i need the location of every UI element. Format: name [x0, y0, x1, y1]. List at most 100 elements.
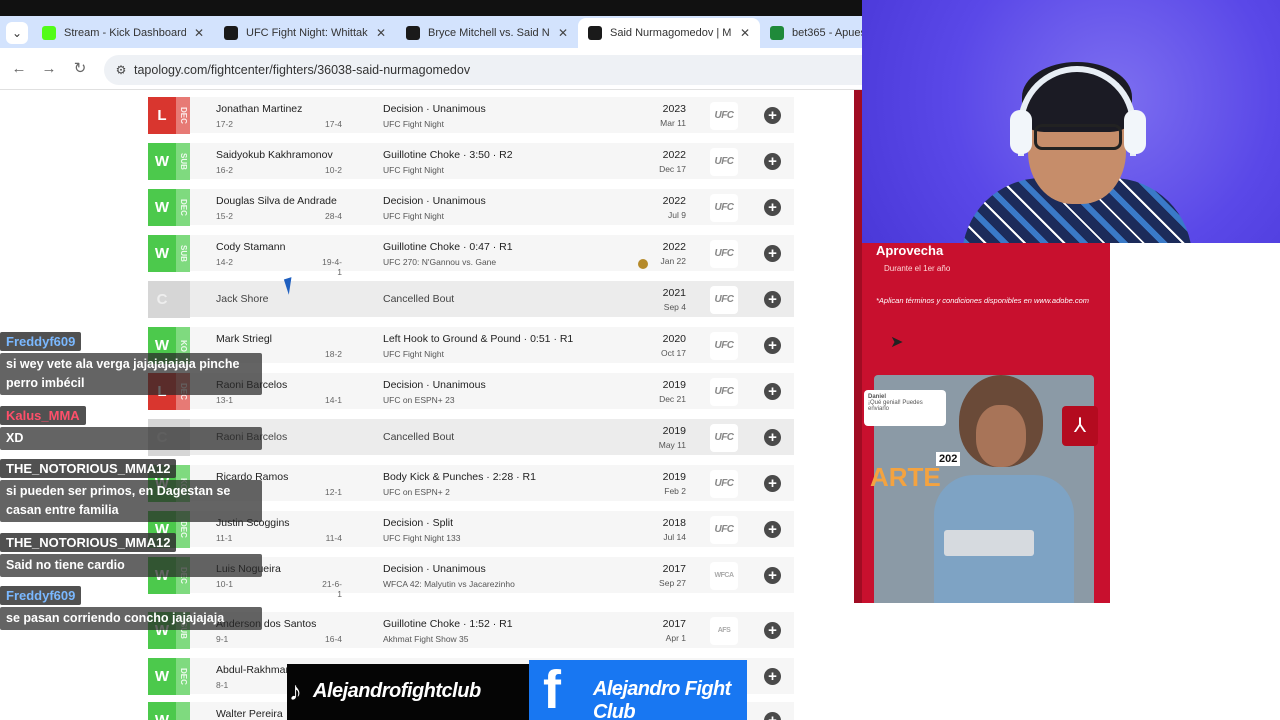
expand-plus-icon[interactable]: + — [764, 337, 781, 354]
event-link[interactable]: UFC Fight Night 133 — [383, 533, 460, 543]
event-link[interactable]: UFC Fight Night — [383, 165, 444, 175]
fight-year: 2019 — [662, 379, 686, 391]
opponent-link[interactable]: Cody Stamann — [216, 241, 285, 253]
chat-username: Freddyf609 — [0, 332, 82, 351]
promotion-logo[interactable]: UFC — [710, 240, 738, 268]
opponent-link[interactable]: Walter Pereira — [216, 708, 283, 720]
tab-kick[interactable]: Stream - Kick Dashboard ✕ — [32, 18, 214, 48]
promotion-logo[interactable]: WFCA — [710, 562, 738, 590]
expand-plus-icon[interactable]: + — [764, 712, 781, 720]
promotion-logo[interactable]: UFC — [710, 286, 738, 314]
tab-said-nurmagomedov[interactable]: Said Nurmagomedov | MM ✕ — [578, 18, 760, 48]
fight-year: 2017 — [662, 563, 686, 575]
outcome-link[interactable]: Left Hook to Ground & Pound · 0:51 · R1 — [383, 333, 573, 345]
ad-edge — [854, 90, 862, 603]
tab-ufc-whittaker[interactable]: UFC Fight Night: Whittaker ✕ — [214, 18, 396, 48]
close-tab-icon[interactable]: ✕ — [194, 18, 204, 48]
tapology-favicon-icon — [224, 26, 238, 40]
back-arrow-icon[interactable]: ← — [8, 58, 30, 80]
event-link[interactable]: WFCA 42: Malyutin vs Jacarezinho — [383, 579, 515, 589]
expand-plus-icon[interactable]: + — [764, 107, 781, 124]
promotion-logo[interactable]: UFC — [710, 194, 738, 222]
outcome-link[interactable]: Cancelled Bout — [383, 431, 454, 443]
expand-plus-icon[interactable]: + — [764, 567, 781, 584]
promotion-logo[interactable]: UFC — [710, 148, 738, 176]
outcome-link[interactable]: Decision · Unanimous — [383, 103, 486, 115]
fight-date: May 11 — [658, 440, 686, 450]
outcome-link[interactable]: Guillotine Choke · 3:50 · R2 — [383, 149, 513, 161]
fight-date: Sep 4 — [663, 302, 686, 312]
chat-username: Kalus_MMA — [0, 406, 86, 425]
fight-row[interactable]: W SUB Cody Stamann 14-2 19-4-1 Guillotine Cho… — [148, 235, 794, 277]
fight-date: Oct 17 — [660, 348, 686, 358]
opponent-link[interactable]: Abdul-Rakhman — [216, 664, 291, 676]
event-link[interactable]: UFC Fight Night — [383, 349, 444, 359]
promotion-logo[interactable]: UFC — [710, 470, 738, 498]
chat-message: Kalus_MMA XD — [0, 406, 262, 450]
outcome-link[interactable]: Guillotine Choke · 1:52 · R1 — [383, 618, 513, 630]
fight-year: 2019 — [662, 471, 686, 483]
close-tab-icon[interactable]: ✕ — [558, 18, 568, 48]
expand-plus-icon[interactable]: + — [764, 291, 781, 308]
expand-plus-icon[interactable]: + — [764, 622, 781, 639]
expand-plus-icon[interactable]: + — [764, 383, 781, 400]
tab-bet365[interactable]: bet365 - Apues — [760, 18, 862, 48]
opponent-link[interactable]: Saidyokub Kakhramonov — [216, 149, 333, 161]
promotion-logo[interactable]: UFC — [710, 378, 738, 406]
fight-row[interactable]: C Jack Shore Cancelled Bout 2021 Sep 4 UFC + — [148, 281, 794, 318]
expand-plus-icon[interactable]: + — [764, 429, 781, 446]
promotion-logo[interactable]: UFC — [710, 102, 738, 130]
tab-bryce-mitchell[interactable]: Bryce Mitchell vs. Said Nur ✕ — [396, 18, 578, 48]
method-badge: SUB — [176, 143, 190, 180]
opponent-link[interactable]: Douglas Silva de Andrade — [216, 195, 337, 207]
method-badge — [176, 281, 190, 318]
expand-plus-icon[interactable]: + — [764, 245, 781, 262]
opponent-link[interactable]: Jonathan Martinez — [216, 103, 302, 115]
outcome-link[interactable]: Cancelled Bout — [383, 293, 454, 305]
promotion-logo[interactable]: UFC — [710, 332, 738, 360]
fight-row[interactable]: W SUB Saidyokub Kakhramonov 16-2 10-2 Guillot… — [148, 143, 794, 180]
promotion-logo[interactable]: UFC — [710, 516, 738, 544]
event-link[interactable]: UFC 270: N'Gannou vs. Gane — [383, 257, 496, 267]
tapology-favicon-icon — [406, 26, 420, 40]
opponent-record: 10-2 — [324, 165, 342, 175]
fight-year: 2023 — [662, 103, 686, 115]
opponent-link[interactable]: Jack Shore — [216, 293, 269, 305]
expand-plus-icon[interactable]: + — [764, 475, 781, 492]
expand-plus-icon[interactable]: + — [764, 199, 781, 216]
facebook-icon: f — [543, 660, 561, 720]
event-link[interactable]: UFC on ESPN+ 23 — [383, 395, 455, 405]
outcome-link[interactable]: Body Kick & Punches · 2:28 · R1 — [383, 471, 536, 483]
ad-subline: Durante el 1er año — [884, 264, 951, 273]
promotion-logo[interactable]: UFC — [710, 424, 738, 452]
outcome-link[interactable]: Decision · Unanimous — [383, 563, 486, 575]
facebook-handle: Alejandro Fight Club — [593, 678, 731, 720]
event-link[interactable]: UFC Fight Night — [383, 211, 444, 221]
forward-arrow-icon[interactable]: → — [38, 58, 60, 80]
fight-row[interactable]: L DEC Jonathan Martinez 17-2 17-4 Decision · … — [148, 97, 794, 134]
address-bar[interactable]: ⚙ tapology.com/fightcenter/fighters/3603… — [104, 55, 862, 85]
opponent-record: 28-4 — [324, 211, 342, 221]
outcome-link[interactable]: Decision · Unanimous — [383, 195, 486, 207]
fight-year: 2020 — [662, 333, 686, 345]
close-tab-icon[interactable]: ✕ — [376, 18, 386, 48]
ad-cursor-icon: ➤ — [890, 334, 904, 351]
fight-year: 2021 — [662, 287, 686, 299]
reload-icon[interactable]: ↻ — [69, 58, 91, 80]
method-badge: DEC — [176, 189, 190, 226]
outcome-link[interactable]: Decision · Split — [383, 517, 453, 529]
event-link[interactable]: Akhmat Fight Show 35 — [383, 634, 469, 644]
close-tab-icon[interactable]: ✕ — [740, 18, 750, 48]
outcome-link[interactable]: Guillotine Choke · 0:47 · R1 — [383, 241, 513, 253]
expand-plus-icon[interactable]: + — [764, 153, 781, 170]
expand-plus-icon[interactable]: + — [764, 668, 781, 685]
promotion-logo[interactable]: AFS — [710, 617, 738, 645]
event-link[interactable]: UFC Fight Night — [383, 119, 444, 129]
tab-search-dropdown-icon[interactable]: ⌄ — [6, 22, 28, 44]
fight-row[interactable]: W DEC Douglas Silva de Andrade 15-2 28-4 Deci… — [148, 189, 794, 226]
event-link[interactable]: UFC on ESPN+ 2 — [383, 487, 450, 497]
site-info-icon[interactable]: ⚙ — [112, 61, 130, 79]
outcome-link[interactable]: Decision · Unanimous — [383, 379, 486, 391]
expand-plus-icon[interactable]: + — [764, 521, 781, 538]
method-badge: SUB — [176, 235, 190, 272]
